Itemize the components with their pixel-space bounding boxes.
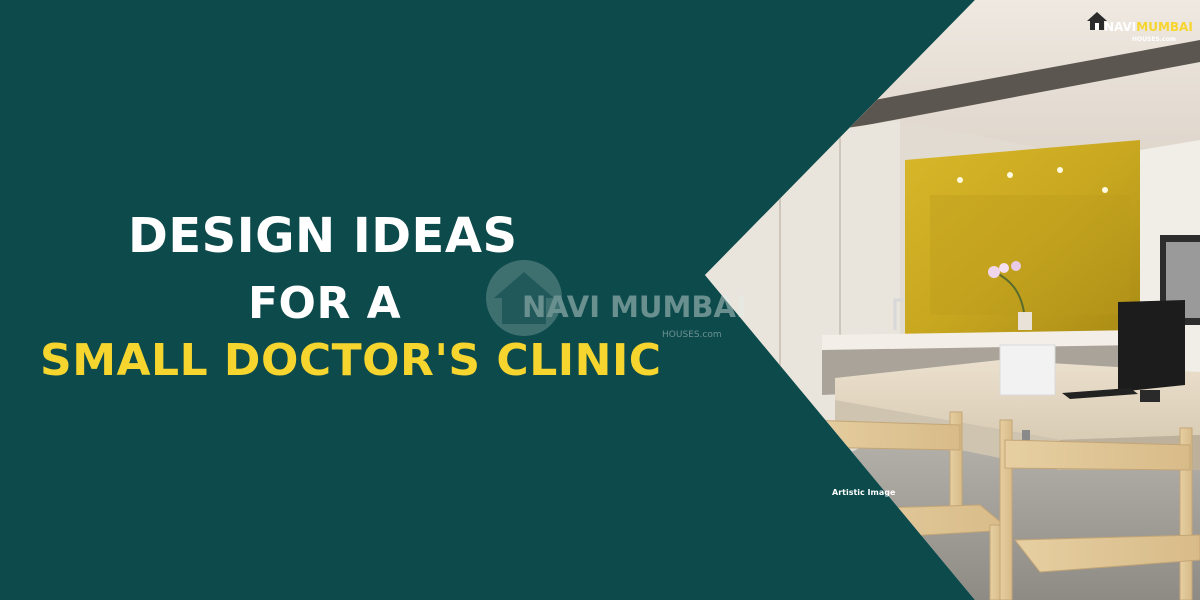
headline-line-2: FOR A <box>248 278 402 329</box>
logo-navi: NAVI <box>1104 20 1137 34</box>
brand-logo[interactable]: NAVIMUMBAI HOUSES.com <box>1086 10 1193 44</box>
watermark-text: NAVI MUMBAI <box>522 290 747 324</box>
headline-line-1: DESIGN IDEAS <box>128 208 518 264</box>
logo-subtext: HOUSES.com <box>1132 36 1176 43</box>
watermark: NAVI MUMBAI HOUSES.com <box>484 258 747 348</box>
logo-wordmark: NAVIMUMBAI <box>1104 20 1193 34</box>
banner: DESIGN IDEAS FOR A SMALL DOCTOR'S CLINIC… <box>0 0 1200 600</box>
watermark-subtext: HOUSES.com <box>662 330 722 340</box>
photo-caption: Artistic Image <box>832 488 896 497</box>
logo-mumbai: MUMBAI <box>1136 20 1193 34</box>
